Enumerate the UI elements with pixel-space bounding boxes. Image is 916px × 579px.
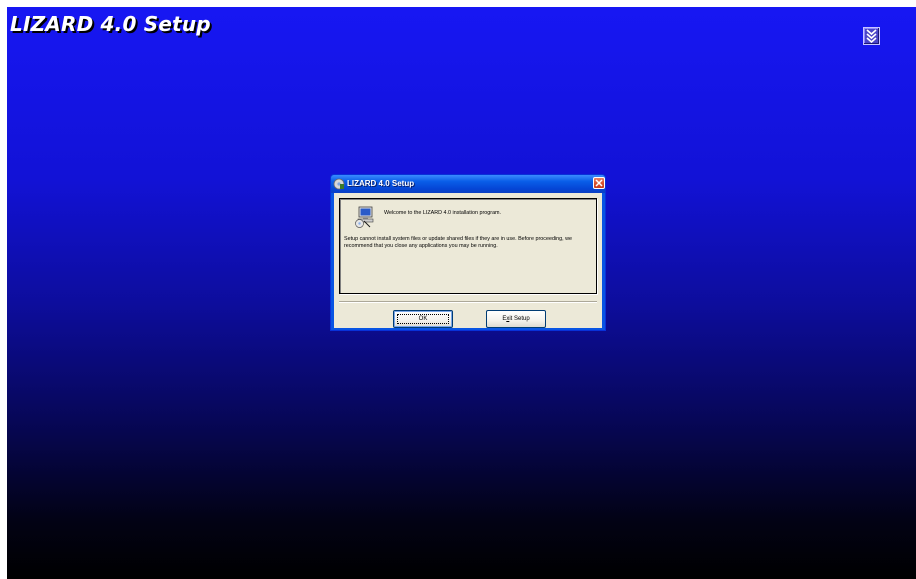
dialog-titlebar[interactable]: LIZARD 4.0 Setup	[331, 175, 605, 193]
close-icon	[595, 179, 603, 187]
setup-disc-icon	[333, 178, 345, 190]
minimize-button[interactable]	[863, 27, 880, 45]
ok-button[interactable]: OK	[393, 310, 453, 328]
app-title: LIZARD 4.0 Setup	[10, 12, 211, 36]
setup-dialog: LIZARD 4.0 Setup Welcome to the LIZARD 4…	[330, 174, 606, 331]
chevron-double-down-icon	[866, 29, 877, 43]
setup-background: LIZARD 4.0 Setup LIZARD 4.0 Setup Welcom…	[7, 7, 916, 579]
dialog-title: LIZARD 4.0 Setup	[347, 179, 415, 188]
message-panel: Welcome to the LIZARD 4.0 installation p…	[339, 198, 597, 294]
dialog-body: Welcome to the LIZARD 4.0 installation p…	[334, 193, 602, 328]
focus-rectangle	[397, 314, 449, 324]
button-divider	[339, 301, 597, 303]
exit-setup-button[interactable]: Exit Setup	[486, 310, 546, 328]
warning-message: Setup cannot install system files or upd…	[344, 236, 573, 249]
close-button[interactable]	[593, 177, 605, 189]
exit-label-suffix: it Setup	[509, 316, 530, 322]
welcome-message: Welcome to the LIZARD 4.0 installation p…	[384, 210, 502, 216]
computer-setup-icon	[355, 206, 374, 228]
